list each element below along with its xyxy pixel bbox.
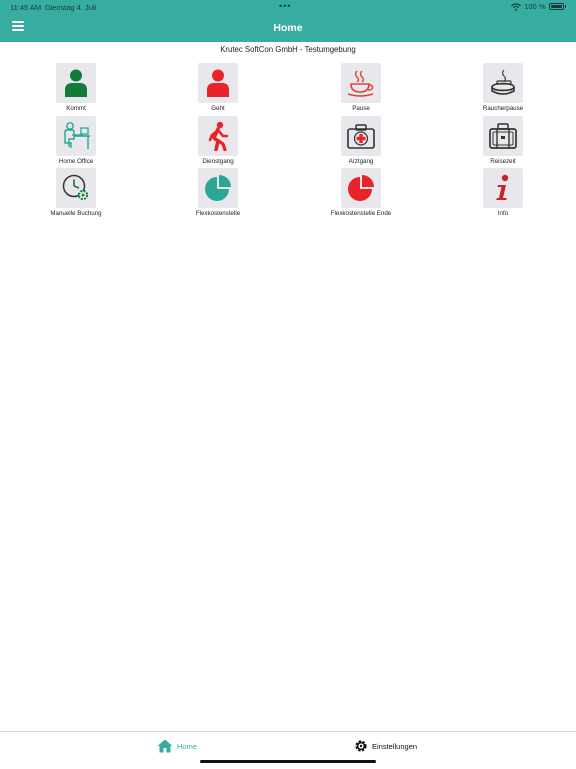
home-indicator[interactable] [200, 760, 376, 763]
company-subtitle: Krutec SoftCon GmbH - Testumgebung [220, 45, 356, 54]
page-title: Home [273, 22, 303, 34]
tile-label: Reisezeit [490, 158, 516, 165]
status-date: Dienstag 4. Juli [45, 3, 97, 12]
tile-label: Info [497, 210, 509, 217]
kommt-button[interactable] [56, 63, 96, 103]
tab-home[interactable]: Home [157, 739, 197, 753]
tile-flexkostenstelle-ende[interactable]: Flexkostenstelle Ende [311, 168, 411, 222]
tile-info[interactable]: Info [453, 168, 553, 222]
manuelle-buchung-button[interactable] [56, 168, 96, 208]
reisezeit-button[interactable] [483, 116, 523, 156]
walking-person-icon [208, 121, 229, 151]
tile-geht[interactable]: Geht [168, 63, 268, 117]
info-button[interactable] [483, 168, 523, 208]
info-icon [496, 174, 509, 200]
pie-chart-icon [205, 175, 231, 201]
tile-arztgang[interactable]: Arztgang [311, 116, 411, 170]
tile-kommt[interactable]: Kommt [26, 63, 126, 117]
flexkostenstelle-button[interactable] [198, 168, 238, 208]
person-icon [207, 69, 229, 97]
tile-label: Geht [211, 105, 225, 112]
dienstgang-button[interactable] [198, 116, 238, 156]
tab-bar: Home Einstellungen [0, 731, 576, 769]
gear-icon [355, 740, 367, 752]
geht-button[interactable] [198, 63, 238, 103]
tile-home-office[interactable]: Home Office [26, 116, 126, 170]
tile-label: Pause [352, 105, 370, 112]
pause-button[interactable] [341, 63, 381, 103]
multitasking-dots[interactable]: ••• [279, 1, 291, 11]
tile-label: Flexkostenstelle [195, 210, 241, 217]
tile-pause[interactable]: Pause [311, 63, 411, 117]
tile-label: Flexkostenstelle Ende [330, 210, 392, 217]
clock-gear-icon [62, 174, 89, 201]
tile-label: Arztgang [348, 158, 374, 165]
first-aid-kit-icon [347, 124, 375, 149]
tab-einstellungen[interactable]: Einstellungen [354, 739, 417, 753]
tile-label: Kommt [66, 105, 86, 112]
tile-reisezeit[interactable]: Reisezeit [453, 116, 553, 170]
tile-manuelle-buchung[interactable]: Manuelle Buchung [26, 168, 126, 222]
house-icon [157, 739, 173, 753]
coffee-cup-icon [347, 70, 374, 97]
status-time: 11:45 AM [10, 3, 42, 12]
pie-chart-icon [348, 175, 374, 201]
tab-einstellungen-label: Einstellungen [372, 741, 418, 751]
tile-raucherpause[interactable]: Raucherpause [453, 63, 553, 117]
status-right: 100 % [511, 2, 566, 11]
suitcase-icon [489, 123, 517, 149]
tile-label: Raucherpause [482, 105, 524, 112]
raucherpause-button[interactable] [483, 63, 523, 103]
tile-dienstgang[interactable]: Dienstgang [168, 116, 268, 170]
tile-label: Manuelle Buchung [50, 210, 102, 217]
status-bar: 11:45 AM Dienstag 4. Juli ••• 100 % [0, 0, 576, 14]
tile-label: Dienstgang [202, 158, 234, 165]
desk-worker-icon [64, 122, 90, 149]
home-office-button[interactable] [56, 116, 96, 156]
flexkostenstelle-ende-button[interactable] [341, 168, 381, 208]
battery-icon [548, 3, 564, 10]
ashtray-icon [491, 69, 515, 95]
battery-tip [564, 5, 566, 8]
arztgang-button[interactable] [341, 116, 381, 156]
tab-home-label: Home [177, 741, 198, 751]
tile-flexkostenstelle[interactable]: Flexkostenstelle [168, 168, 268, 222]
wifi-icon [511, 2, 522, 11]
person-icon [65, 69, 87, 97]
battery-percent: 100 % [524, 2, 546, 11]
tile-label: Home Office [58, 158, 94, 165]
